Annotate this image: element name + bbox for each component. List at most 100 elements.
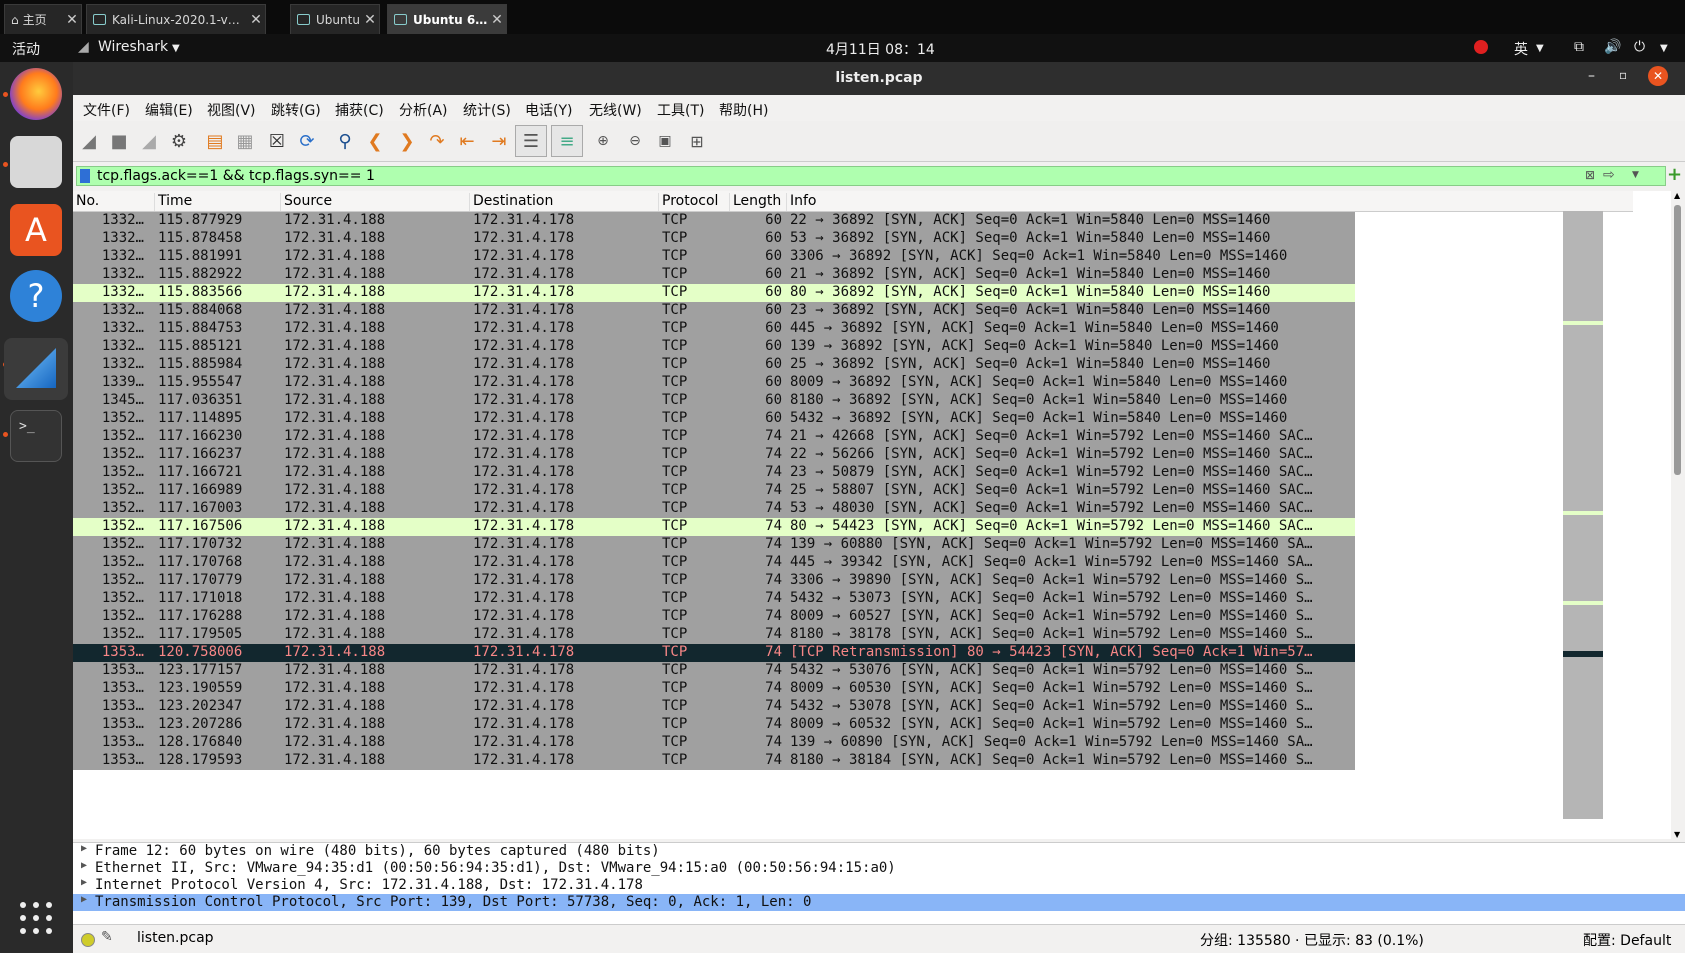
packet-row[interactable]: 1352… 117.167003 172.31.4.188 172.31.4.178 T…	[73, 500, 1355, 518]
apply-filter-arrow-icon[interactable]: ⇨	[1603, 167, 1615, 183]
column-header-protocol[interactable]: Protocol	[658, 193, 729, 211]
packet-row[interactable]: 1332… 115.885984 172.31.4.188 172.31.4.178 T…	[73, 356, 1355, 374]
firefox-icon[interactable]	[10, 68, 62, 120]
normal-size-icon[interactable]: ▣	[653, 129, 677, 153]
save-file-icon[interactable]: ▦	[233, 129, 257, 153]
packet-row[interactable]: 1353… 123.202347 172.31.4.188 172.31.4.178 T…	[73, 698, 1355, 716]
terminal-icon[interactable]: >_	[10, 410, 62, 462]
expert-info-icon[interactable]	[81, 933, 95, 947]
packet-row[interactable]: 1353… 123.207286 172.31.4.188 172.31.4.178 T…	[73, 716, 1355, 734]
bookmark-icon[interactable]	[80, 169, 90, 183]
packet-row[interactable]: 1353… 128.176840 172.31.4.188 172.31.4.178 T…	[73, 734, 1355, 752]
expand-arrow-icon[interactable]: ▶	[81, 877, 87, 888]
menu-wireless[interactable]: 无线(W)	[589, 100, 642, 120]
close-button[interactable]: ✕	[1648, 66, 1668, 86]
detail-row-ip[interactable]: ▶ Internet Protocol Version 4, Src: 172.3…	[73, 877, 1685, 894]
packet-row[interactable]: 1352… 117.170732 172.31.4.188 172.31.4.178 T…	[73, 536, 1355, 554]
activities-button[interactable]: 活动	[12, 39, 40, 59]
menu-view[interactable]: 视图(V)	[207, 100, 256, 120]
menu-analyze[interactable]: 分析(A)	[399, 100, 448, 120]
detail-row-frame[interactable]: ▶ Frame 12: 60 bytes on wire (480 bits), …	[73, 843, 1685, 860]
packet-row[interactable]: 1345… 117.036351 172.31.4.188 172.31.4.178 T…	[73, 392, 1355, 410]
add-filter-button[interactable]: +	[1667, 164, 1682, 185]
close-icon[interactable]: ✕	[488, 12, 506, 28]
auto-scroll-icon[interactable]: ☰	[515, 125, 547, 157]
column-header-destination[interactable]: Destination	[469, 193, 658, 211]
expand-arrow-icon[interactable]: ▶	[81, 860, 87, 871]
packet-row[interactable]: 1332… 115.884068 172.31.4.188 172.31.4.178 T…	[73, 302, 1355, 320]
zoom-out-icon[interactable]: ⊖	[623, 129, 647, 153]
wireshark-dock-icon[interactable]	[4, 338, 68, 400]
open-file-icon[interactable]: ▤	[203, 129, 227, 153]
packet-row[interactable]: 1352… 117.166989 172.31.4.188 172.31.4.178 T…	[73, 482, 1355, 500]
packet-row[interactable]: 1353… 128.179593 172.31.4.188 172.31.4.178 T…	[73, 752, 1355, 770]
packet-row[interactable]: 1332… 115.878458 172.31.4.188 172.31.4.178 T…	[73, 230, 1355, 248]
stop-capture-icon[interactable]: ■	[107, 129, 131, 153]
menu-help[interactable]: 帮助(H)	[719, 100, 768, 120]
scroll-up-icon[interactable]: ▲	[1674, 191, 1680, 200]
app-menu-button[interactable]: Wireshark	[98, 39, 168, 55]
close-icon[interactable]: ✕	[63, 12, 81, 28]
packet-row[interactable]: 1352… 117.170779 172.31.4.188 172.31.4.178 T…	[73, 572, 1355, 590]
expand-arrow-icon[interactable]: ▶	[81, 843, 87, 854]
go-forward-icon[interactable]: ❯	[395, 129, 419, 153]
detail-row-tcp[interactable]: ▶ Transmission Control Protocol, Src Port…	[73, 894, 1685, 911]
files-icon[interactable]	[10, 136, 62, 188]
minimize-button[interactable]: –	[1588, 68, 1595, 84]
clock[interactable]: 4月11日 08：14	[826, 39, 935, 59]
network-icon[interactable]: ⧉	[1574, 39, 1584, 55]
packet-row[interactable]: 1339… 115.955547 172.31.4.188 172.31.4.178 T…	[73, 374, 1355, 392]
column-header-length[interactable]: Length	[729, 193, 786, 211]
go-to-packet-icon[interactable]: ↷	[425, 129, 449, 153]
software-center-icon[interactable]: A	[10, 204, 62, 256]
status-profile[interactable]: 配置: Default	[1583, 930, 1671, 950]
display-filter-input[interactable]: tcp.flags.ack==1 && tcp.flags.syn== 1 ⊠ …	[76, 166, 1666, 186]
packet-list-scrollbar[interactable]: ▲ ▼	[1671, 191, 1685, 839]
search-icon[interactable]: ⚲	[333, 129, 357, 153]
packet-row[interactable]: 1352… 117.176288 172.31.4.188 172.31.4.178 T…	[73, 608, 1355, 626]
packet-row[interactable]: 1332… 115.882922 172.31.4.188 172.31.4.178 T…	[73, 266, 1355, 284]
input-method-indicator[interactable]: 英	[1514, 39, 1528, 59]
vm-tab-ubuntu64[interactable]: Ubuntu 64 位✕	[387, 4, 507, 34]
menu-capture[interactable]: 捕获(C)	[335, 100, 384, 120]
packet-row[interactable]: 1352… 117.166230 172.31.4.188 172.31.4.178 T…	[73, 428, 1355, 446]
packet-minimap[interactable]	[1563, 211, 1603, 819]
menu-statistics[interactable]: 统计(S)	[463, 100, 511, 120]
close-icon[interactable]: ✕	[361, 12, 379, 28]
packet-row[interactable]: 1332… 115.877929 172.31.4.188 172.31.4.178 T…	[73, 212, 1355, 230]
scroll-thumb[interactable]	[1674, 205, 1681, 475]
zoom-in-icon[interactable]: ⊕	[591, 129, 615, 153]
close-file-icon[interactable]: ☒	[265, 129, 289, 153]
vm-tab-home[interactable]: ⌂ 主页 ✕	[4, 4, 82, 34]
do-not-disturb-icon[interactable]	[1474, 40, 1488, 54]
colorize-icon[interactable]: ≡	[551, 125, 583, 157]
menu-tools[interactable]: 工具(T)	[657, 100, 704, 120]
start-capture-fin-icon[interactable]: ◢	[77, 129, 101, 153]
last-packet-icon[interactable]: ⇥	[487, 129, 511, 153]
packet-row[interactable]: 1332… 115.881991 172.31.4.188 172.31.4.178 T…	[73, 248, 1355, 266]
capture-options-gear-icon[interactable]: ⚙	[167, 129, 191, 153]
menu-go[interactable]: 跳转(G)	[271, 100, 321, 120]
volume-icon[interactable]: 🔊	[1604, 39, 1621, 55]
restart-capture-icon[interactable]: ◢	[137, 129, 161, 153]
vm-tab-ubuntu[interactable]: Ubuntu ✕	[290, 4, 380, 34]
resize-columns-icon[interactable]: ⊞	[685, 129, 709, 153]
first-packet-icon[interactable]: ⇤	[455, 129, 479, 153]
reload-icon[interactable]: ⟳	[295, 129, 319, 153]
packet-row[interactable]: 1352… 117.170768 172.31.4.188 172.31.4.178 T…	[73, 554, 1355, 572]
packet-row[interactable]: 1352… 117.166721 172.31.4.188 172.31.4.178 T…	[73, 464, 1355, 482]
clear-filter-icon[interactable]: ⊠	[1585, 168, 1595, 182]
packet-row[interactable]: 1352… 117.167506 172.31.4.188 172.31.4.178 T…	[73, 518, 1355, 536]
column-header-info[interactable]: Info	[786, 193, 1586, 211]
packet-row[interactable]: 1332… 115.883566 172.31.4.188 172.31.4.178 T…	[73, 284, 1355, 302]
maximize-button[interactable]: ▫	[1619, 68, 1627, 82]
packet-row[interactable]: 1332… 115.885121 172.31.4.188 172.31.4.178 T…	[73, 338, 1355, 356]
vm-tab-kali[interactable]: Kali-Linux-2020.1-vmware-am…✕	[86, 4, 266, 34]
packet-row[interactable]: 1332… 115.884753 172.31.4.188 172.31.4.178 T…	[73, 320, 1355, 338]
packet-row[interactable]: 1353… 123.190559 172.31.4.188 172.31.4.178 T…	[73, 680, 1355, 698]
power-icon[interactable]: ⏻	[1634, 39, 1645, 55]
edit-comment-icon[interactable]: ✎	[101, 929, 113, 945]
menu-edit[interactable]: 编辑(E)	[145, 100, 193, 120]
close-icon[interactable]: ✕	[247, 12, 265, 28]
help-icon[interactable]: ?	[10, 270, 62, 322]
